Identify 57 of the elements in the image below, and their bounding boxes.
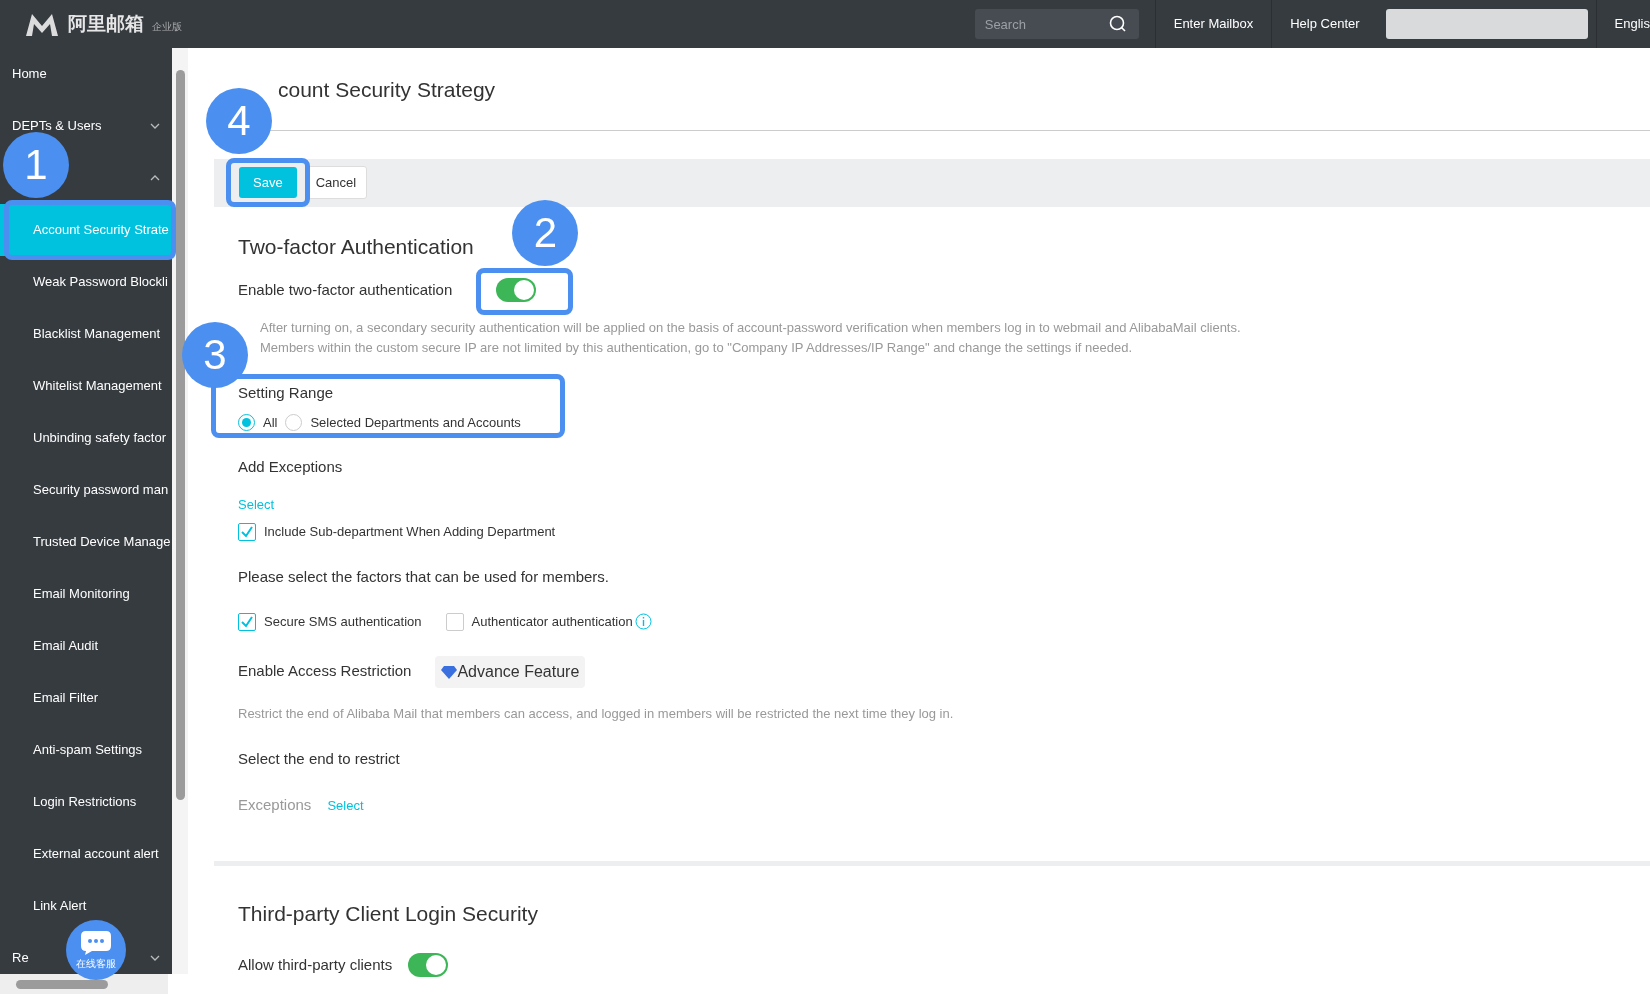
header-link[interactable]: Help Center [1271, 0, 1378, 48]
field-label: Please select the factors that can be used for members. [238, 566, 611, 587]
language-link[interactable]: Englis [1595, 0, 1650, 48]
search-field[interactable]: Search [974, 9, 1139, 39]
sidebar-item[interactable]: Blacklist Management [0, 308, 172, 360]
scrollbar-thumb[interactable] [176, 70, 185, 800]
description-text: After turning on, a secondary security authentication will be applied on the basis of account-password verification when members log in to webmail and AlibabaMail clients. [260, 319, 1242, 337]
sidebar-item[interactable]: Home [0, 48, 172, 100]
checkbox[interactable] [238, 522, 256, 541]
sidebar-item[interactable]: Anti-spam Settings [0, 724, 172, 776]
toggle-switch[interactable] [496, 278, 537, 302]
feature-badge: Advance Feature [435, 655, 586, 688]
search-icon[interactable] [1108, 15, 1127, 33]
sidebar-label[interactable]: Re [12, 948, 29, 968]
logo-text: 阿里邮箱 [68, 11, 144, 36]
section-heading: Two-factor Authentication [238, 233, 474, 260]
sidebar-item[interactable]: Email Monitoring [0, 568, 172, 620]
chat-bubble-icon [80, 929, 112, 956]
sidebar-item[interactable]: Unbinding safety factor [0, 412, 172, 464]
field-label: Add Exceptions [238, 457, 344, 477]
checkbox[interactable] [238, 612, 256, 631]
field-label: Select the end to restrict [238, 748, 401, 769]
checkbox-label: Include Sub-department When Adding Department [264, 523, 556, 541]
toggle-switch[interactable] [408, 953, 449, 977]
sidebar-item[interactable]: Login Restrictions [0, 776, 172, 828]
toggle-label: Enable two-factor authentication [238, 279, 453, 300]
checkbox-label: Secure SMS authentication [264, 613, 422, 631]
step-number: 3 [182, 322, 248, 388]
page-title: count Security Strategy [278, 77, 497, 103]
step-number: 2 [512, 200, 579, 266]
sidebar-item[interactable]: Email Filter [0, 672, 172, 724]
sidebar-item[interactable]: Weak Password Blockli [0, 256, 172, 308]
scrollbar[interactable] [172, 48, 188, 974]
step-number: 4 [206, 87, 272, 154]
checkbox[interactable] [445, 612, 464, 631]
section-heading: Third-party Client Login Security [238, 900, 539, 927]
field-label: Exceptions [238, 795, 312, 815]
toggle-label: Allow third-party clients [238, 954, 393, 975]
description-text: Members within the custom secure IP are not limited by this authentication, go to "Company IP Addresses/IP Range" and change the settings if needed. [260, 339, 1134, 357]
header-link[interactable]: Enter Mailbox [1154, 0, 1272, 48]
logo-icon [24, 12, 60, 39]
sidebar-item[interactable]: Email Audit [0, 620, 172, 672]
diamond-icon [441, 664, 458, 679]
scrollbar[interactable] [0, 974, 168, 994]
field-label: Enable Access Restriction [238, 661, 412, 682]
sidebar-item[interactable]: External account alert [0, 828, 172, 880]
radio-label: All [263, 413, 278, 432]
sidebar-item[interactable]: Trusted Device Manage [0, 516, 172, 568]
sidebar-item[interactable]: Security password man [0, 464, 172, 516]
edition-label: 企业版 [152, 20, 182, 35]
radio-label: Selected Departments and Accounts [310, 413, 521, 432]
scrollbar-thumb[interactable] [16, 980, 108, 989]
description-text: Restrict the end of Alibaba Mail that members can access, and logged in members will be restricted the next time they log in. [238, 704, 955, 723]
chat-label: 在线客服 [76, 956, 116, 971]
checkbox-label: Authenticator authentication [471, 613, 633, 631]
sidebar-item[interactable]: Whitelist Management [0, 360, 172, 412]
info-icon[interactable] [634, 613, 652, 631]
